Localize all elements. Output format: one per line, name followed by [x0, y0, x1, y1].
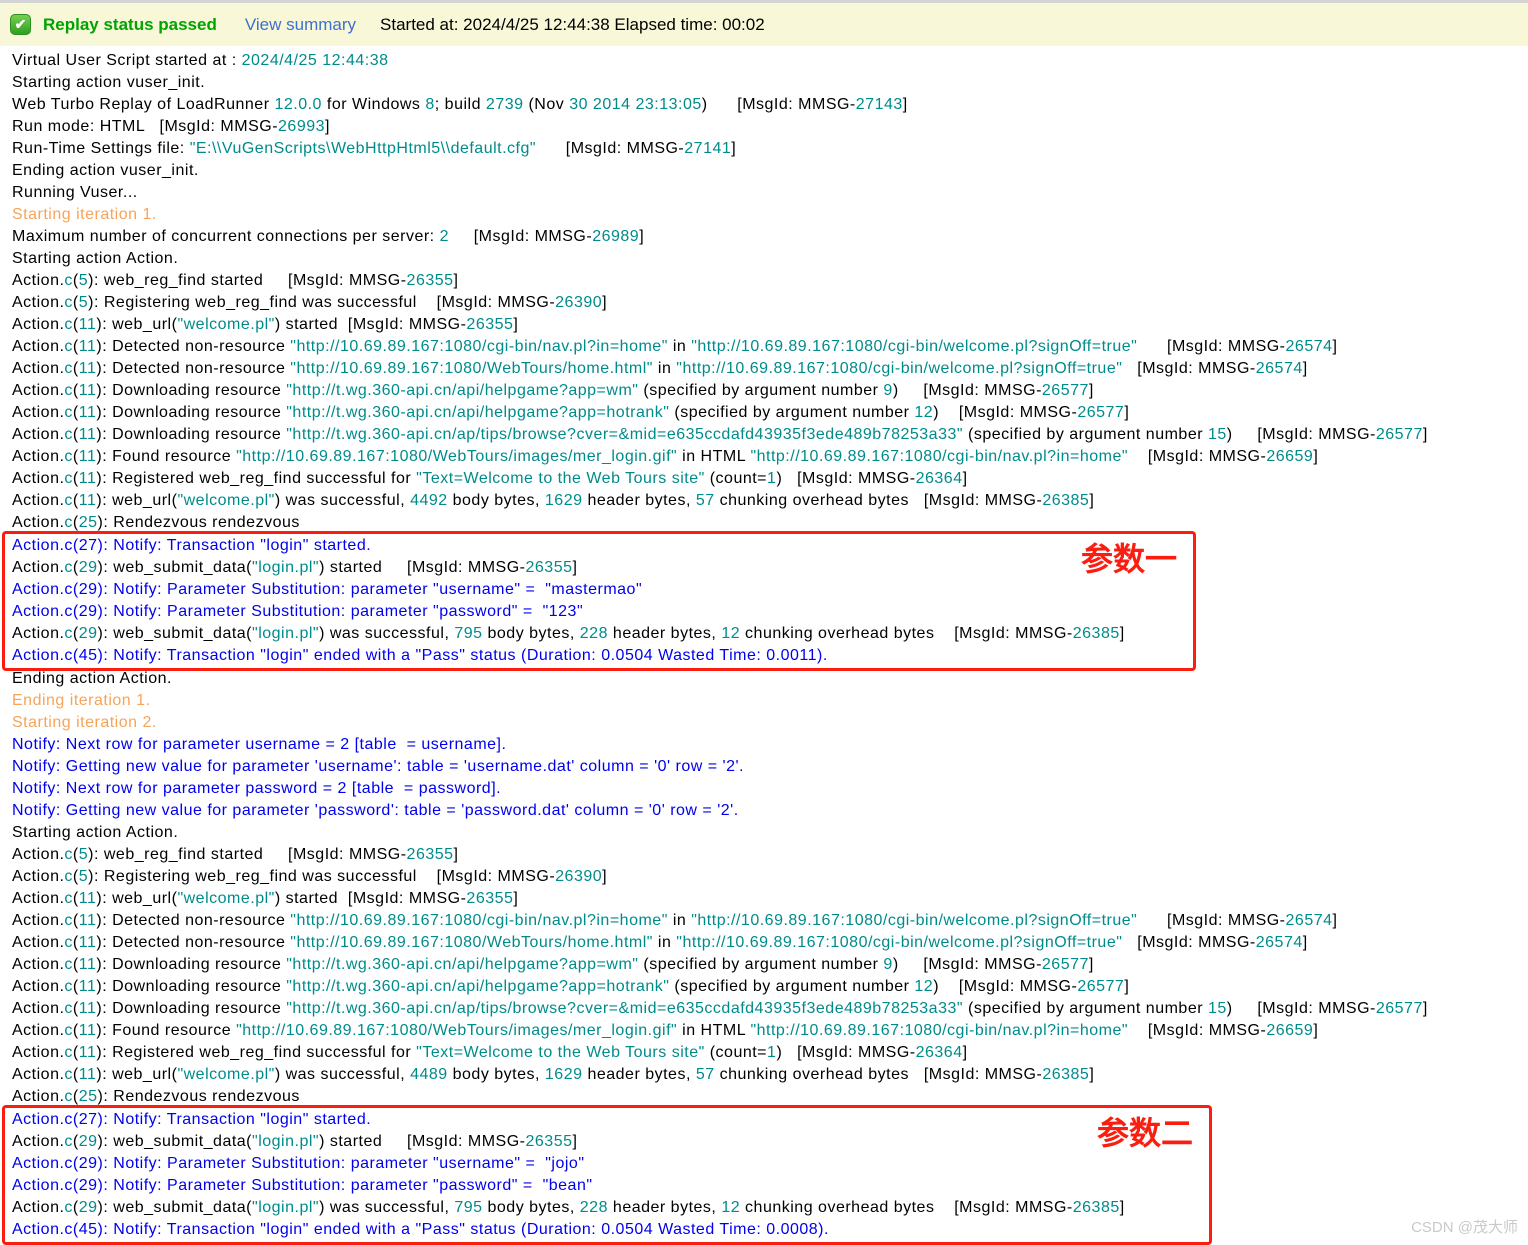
log-line: Starting iteration 2.: [12, 714, 157, 731]
log-line: Starting action vuser_init.: [12, 74, 206, 91]
annotation-box-2: 参数二 Action.c(27): Notify: Transaction "lo…: [2, 1105, 1212, 1245]
log-line: Notify: Getting new value for parameter …: [12, 802, 739, 819]
log-line: Action.c(29): Notify: Parameter Substitu…: [12, 1177, 593, 1194]
log-line: Ending action vuser_init.: [12, 162, 199, 179]
log-line: Starting action Action.: [12, 824, 179, 841]
log-line: Action.c(11): web_url("welcome.pl") was …: [12, 1066, 1095, 1083]
log-line: Action.c(11): Downloading resource "http…: [12, 978, 1130, 995]
log-line: Action.c(11): web_url("welcome.pl") star…: [12, 890, 519, 907]
log-line: Action.c(29): web_submit_data("login.pl"…: [12, 1133, 578, 1150]
log-line: Action.c(29): Notify: Parameter Substitu…: [12, 581, 643, 598]
log-line: Action.c(11): Registered web_reg_find su…: [12, 470, 968, 487]
annotation-box-1: 参数一 Action.c(27): Notify: Transaction "lo…: [2, 531, 1196, 671]
started-elapsed-text: Started at: 2024/4/25 12:44:38 Elapsed t…: [380, 14, 765, 34]
log-line: Action.c(11): Downloading resource "http…: [12, 1000, 1428, 1017]
log-line: Action.c(11): Found resource "http://10.…: [12, 1022, 1319, 1039]
log-line: Action.c(11): Downloading resource "http…: [12, 956, 1094, 973]
log-line: Action.c(11): web_url("welcome.pl") was …: [12, 492, 1095, 509]
log-line: Run-Time Settings file: "E:\\VuGenScript…: [12, 140, 737, 157]
log-line: Action.c(11): Detected non-resource "htt…: [12, 338, 1338, 355]
log-line: Action.c(29): web_submit_data("login.pl"…: [12, 559, 578, 576]
log-line: Action.c(11): Downloading resource "http…: [12, 404, 1130, 421]
log-line: Notify: Next row for parameter password …: [12, 780, 502, 797]
log-line: Running Vuser...: [12, 184, 138, 201]
log-line: Action.c(11): Detected non-resource "htt…: [12, 912, 1338, 929]
log-line: Maximum number of concurrent connections…: [12, 228, 645, 245]
log-line: Action.c(11): Downloading resource "http…: [12, 426, 1428, 443]
log-line: Notify: Next row for parameter username …: [12, 736, 507, 753]
log: Virtual User Script started at : 2024/4/…: [0, 46, 1528, 1245]
log-line: Run mode: HTML [MsgId: MMSG-26993]: [12, 118, 330, 135]
log-line: Virtual User Script started at : 2024/4/…: [12, 52, 389, 69]
log-line: Starting action Action.: [12, 250, 179, 267]
log-line: Action.c(5): Registering web_reg_find wa…: [12, 294, 608, 311]
log-line: Action.c(29): Notify: Parameter Substitu…: [12, 603, 584, 620]
log-line: Action.c(11): Detected non-resource "htt…: [12, 360, 1308, 377]
log-line: Action.c(45): Notify: Transaction "login…: [12, 647, 828, 664]
log-line: Notify: Getting new value for parameter …: [12, 758, 744, 775]
log-line: Action.c(11): Registered web_reg_find su…: [12, 1044, 968, 1061]
replay-status-text: Replay status passed: [43, 14, 217, 34]
log-line: Starting iteration 1.: [12, 206, 157, 223]
log-line: Action.c(45): Notify: Transaction "login…: [12, 1221, 829, 1238]
log-line: Ending iteration 1.: [12, 692, 151, 709]
log-line: Action.c(11): Found resource "http://10.…: [12, 448, 1319, 465]
log-line: Ending action Action.: [12, 670, 172, 687]
annotation-label-2: 参数二: [1096, 1115, 1193, 1151]
log-line: Action.c(5): web_reg_find started [MsgId…: [12, 272, 459, 289]
view-summary-link[interactable]: View summary: [245, 15, 356, 35]
log-line: Action.c(27): Notify: Transaction "login…: [12, 537, 372, 554]
log-line: Action.c(29): Notify: Parameter Substitu…: [12, 1155, 585, 1172]
annotation-label-1: 参数一: [1080, 541, 1177, 577]
log-line: Action.c(11): Downloading resource "http…: [12, 382, 1094, 399]
replay-status-bar: ✔ Replay status passed View summary Star…: [0, 0, 1528, 46]
check-icon: ✔: [10, 14, 31, 35]
watermark: CSDN @茂大师: [1411, 1219, 1518, 1236]
log-line: Action.c(29): web_submit_data("login.pl"…: [12, 1199, 1125, 1216]
log-line: Action.c(27): Notify: Transaction "login…: [12, 1111, 372, 1128]
log-line: Web Turbo Replay of LoadRunner 12.0.0 fo…: [12, 96, 908, 113]
log-line: Action.c(11): web_url("welcome.pl") star…: [12, 316, 519, 333]
log-line: Action.c(29): web_submit_data("login.pl"…: [12, 625, 1125, 642]
log-line: Action.c(11): Detected non-resource "htt…: [12, 934, 1308, 951]
log-line: Action.c(5): web_reg_find started [MsgId…: [12, 846, 459, 863]
log-line: Action.c(5): Registering web_reg_find wa…: [12, 868, 608, 885]
